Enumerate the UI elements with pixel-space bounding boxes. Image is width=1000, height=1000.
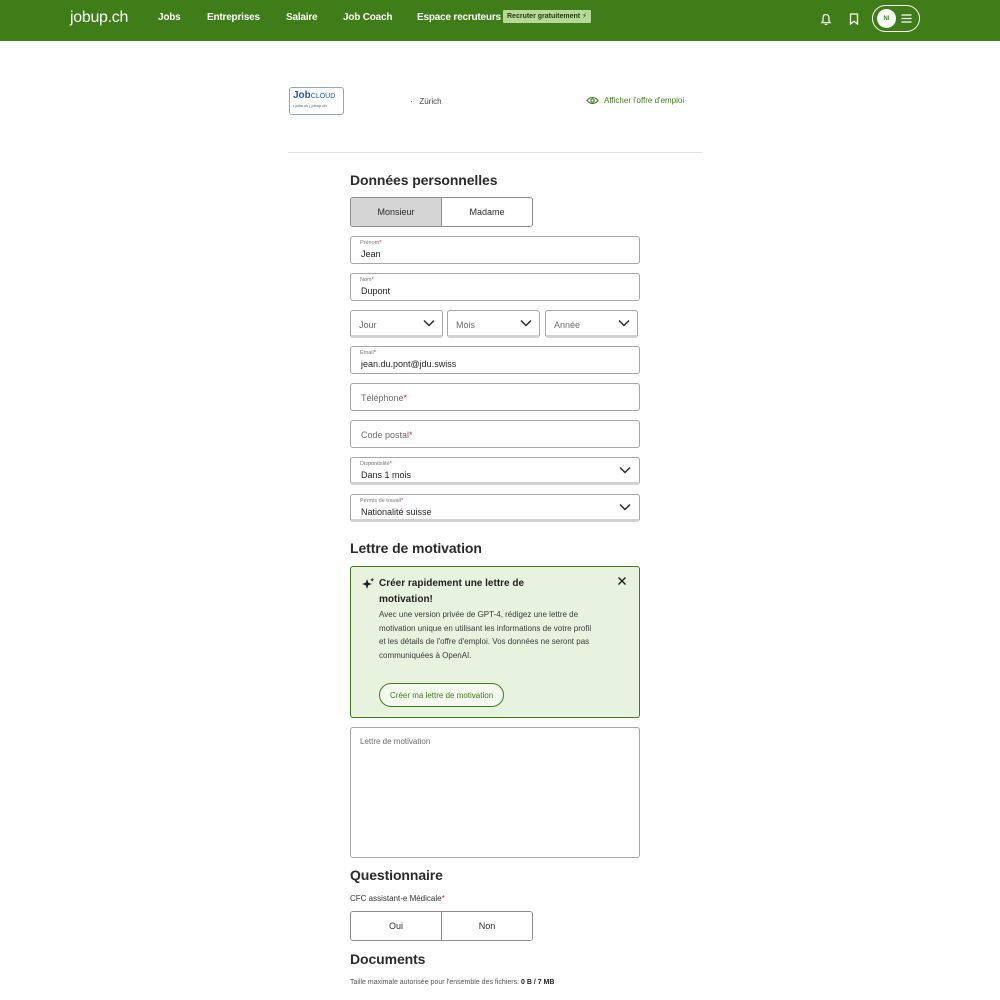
postal-code-placeholder: Code postal* — [361, 430, 413, 440]
phone-field[interactable]: Téléphone* — [350, 383, 640, 411]
chevron-down-icon — [619, 503, 631, 511]
required-mark: * — [409, 430, 413, 440]
employer-logo: JobCLOUD • jobs.ch | jobup.ch — [289, 87, 344, 115]
account-menu-button[interactable]: NI — [872, 5, 920, 32]
nav-link-salaire[interactable]: Salaire — [286, 12, 318, 23]
motivation-letter-placeholder: Lettre de motivation — [360, 737, 431, 746]
motivation-letter-textarea[interactable]: Lettre de motivation — [350, 727, 640, 858]
email-value: jean.du.pont@jdu.swiss — [361, 359, 457, 369]
availability-label: Disponibilité* — [360, 461, 392, 467]
employer-logo-main: Job — [293, 90, 311, 101]
recruit-free-badge[interactable]: Recruter gratuitement ⚡ — [503, 10, 592, 23]
last-name-value: Dupont — [361, 286, 391, 296]
ai-promo-title: Créer rapidement une lettre de motivatio… — [379, 578, 525, 605]
required-mark: * — [400, 498, 404, 504]
nav-link-jobs[interactable]: Jobs — [158, 12, 181, 23]
salutation-selector: Monsieur Madame — [350, 197, 533, 227]
email-label-text: Email — [360, 350, 374, 356]
birth-day-select[interactable]: Jour — [350, 310, 443, 338]
ai-promo-text: Avec une version privée de GPT-4, rédige… — [379, 610, 592, 660]
birth-year-select[interactable]: Année — [545, 310, 638, 338]
questionnaire-title: Questionnaire — [350, 867, 443, 883]
location-dot: · — [410, 97, 420, 106]
show-job-offer-link[interactable]: Afficher l'offre d'emploi — [586, 96, 684, 105]
availability-select[interactable]: Disponibilité* Dans 1 mois — [350, 457, 640, 485]
show-job-offer-label: Afficher l'offre d'emploi — [604, 96, 685, 105]
personal-data-title: Données personnelles — [350, 172, 498, 188]
bell-icon[interactable] — [818, 10, 834, 28]
required-mark: * — [371, 277, 374, 283]
work-permit-value: Nationalité suisse — [361, 507, 432, 517]
hamburger-icon — [901, 14, 912, 23]
first-name-field[interactable]: Prénom* Jean — [350, 236, 640, 264]
top-navigation-bar: jobup.ch Jobs Entreprises Salaire Job Co… — [0, 0, 1000, 41]
required-mark: * — [403, 393, 408, 403]
postal-code-placeholder-text: Code postal — [361, 430, 410, 440]
phone-placeholder-text: Téléphone — [361, 393, 404, 403]
birth-day-placeholder: Jour — [359, 320, 377, 330]
avatar: NI — [877, 9, 896, 28]
site-logo[interactable]: jobup.ch — [70, 9, 128, 27]
file-size-note-text: Taille maximale autorisée pour l'ensembl… — [350, 979, 520, 986]
postal-code-field[interactable]: Code postal* — [350, 420, 640, 448]
close-icon[interactable] — [617, 576, 627, 586]
job-location: · Zürich — [410, 97, 442, 106]
answer-non-button[interactable]: Non — [441, 912, 532, 940]
sparkle-icon — [362, 577, 375, 589]
bookmark-icon[interactable] — [846, 10, 862, 28]
email-label: Email* — [360, 350, 376, 356]
required-mark: * — [389, 461, 392, 467]
birth-year-placeholder: Année — [554, 320, 581, 330]
chevron-down-icon — [619, 466, 631, 474]
file-size-value: 0 B / 7 MB — [520, 979, 555, 986]
work-permit-label-text: Permis de travail — [360, 498, 401, 504]
work-permit-label: Permis de travail* — [360, 498, 403, 504]
header-divider — [288, 152, 702, 153]
chevron-down-icon — [520, 319, 532, 327]
first-name-label: Prénom* — [360, 240, 381, 246]
phone-placeholder: Téléphone* — [361, 393, 407, 403]
birth-month-placeholder: Mois — [456, 320, 476, 330]
location-text: Zürich — [419, 97, 442, 106]
chevron-down-icon — [423, 319, 435, 327]
first-name-label-text: Prénom — [360, 240, 380, 246]
last-name-label-text: Nom — [360, 277, 372, 283]
email-field[interactable]: Email* jean.du.pont@jdu.swiss — [350, 346, 640, 374]
last-name-field[interactable]: Nom* Dupont — [350, 273, 640, 301]
question-cfc-label: CFC assistant-e Médicale* — [350, 894, 445, 903]
create-letter-button[interactable]: Créer ma lettre de motivation — [379, 683, 505, 707]
employer-logo-suffix: CLOUD — [310, 93, 336, 100]
required-mark: * — [373, 350, 376, 356]
file-size-note: Taille maximale autorisée pour l'ensembl… — [350, 979, 554, 986]
salutation-madame-button[interactable]: Madame — [441, 198, 532, 226]
nav-link-job-coach[interactable]: Job Coach — [343, 12, 393, 23]
chevron-down-icon — [618, 319, 630, 327]
recruit-free-badge-label: Recruter gratuitement — [507, 13, 581, 20]
required-mark: * — [379, 240, 382, 246]
documents-title: Documents — [350, 951, 426, 967]
work-permit-select[interactable]: Permis de travail* Nationalité suisse — [350, 494, 640, 522]
question-cfc-selector: Oui Non — [350, 911, 533, 941]
first-name-value: Jean — [361, 249, 381, 259]
ai-letter-promo: Créer rapidement une lettre de motivatio… — [350, 566, 640, 718]
availability-value: Dans 1 mois — [361, 470, 412, 480]
megaphone-icon: ⚡ — [582, 13, 588, 20]
employer-logo-sub: • jobs.ch | jobup.ch — [293, 103, 327, 108]
availability-label-text: Disponibilité — [360, 461, 390, 467]
question-cfc-text: CFC assistant-e Médicale — [350, 894, 442, 903]
birth-month-select[interactable]: Mois — [447, 310, 540, 338]
nav-link-entreprises[interactable]: Entreprises — [207, 12, 260, 23]
salutation-monsieur-button[interactable]: Monsieur — [351, 198, 441, 226]
eye-icon — [586, 96, 599, 105]
answer-oui-button[interactable]: Oui — [351, 912, 441, 940]
last-name-label: Nom* — [360, 277, 374, 283]
nav-link-espace-recruteurs[interactable]: Espace recruteurs — [417, 12, 501, 23]
required-mark: * — [441, 894, 445, 903]
motivation-title: Lettre de motivation — [350, 540, 482, 556]
